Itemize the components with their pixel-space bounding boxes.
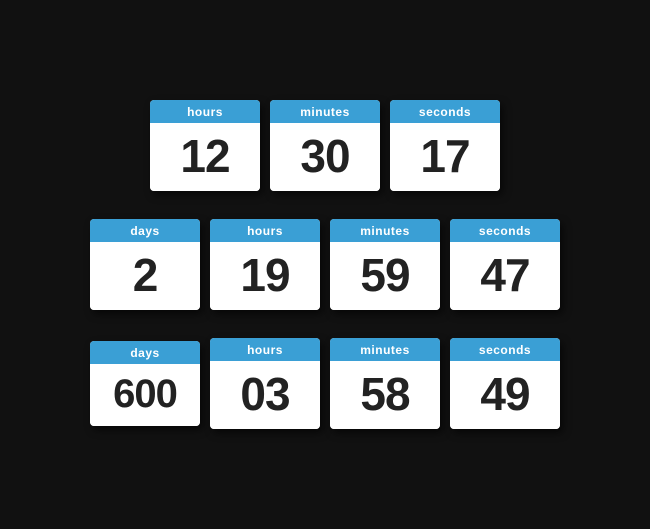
tile-minutes-0: minutes30 [270,100,380,191]
tile-minutes-1: minutes59 [330,219,440,310]
tile-label-seconds-1: seconds [450,219,560,242]
tile-seconds-0: seconds17 [390,100,500,191]
tile-label-minutes-2: minutes [330,338,440,361]
countdown-row-2: days600hours03minutes58seconds49 [90,338,560,429]
tile-value-minutes-1: 59 [330,242,440,310]
tile-value-hours-0: 12 [150,123,260,191]
tile-label-seconds-0: seconds [390,100,500,123]
tile-value-seconds-1: 47 [450,242,560,310]
tile-seconds-1: seconds47 [450,219,560,310]
tile-value-hours-1: 19 [210,242,320,310]
tile-value-seconds-0: 17 [390,123,500,191]
tile-minutes-2: minutes58 [330,338,440,429]
tile-value-days-2: 600 [90,364,200,426]
tile-hours-2: hours03 [210,338,320,429]
tile-hours-0: hours12 [150,100,260,191]
countdown-row-1: days2hours19minutes59seconds47 [90,219,560,310]
tile-label-days-1: days [90,219,200,242]
tile-label-days-2: days [90,341,200,364]
tile-days-1: days2 [90,219,200,310]
tile-hours-1: hours19 [210,219,320,310]
countdown-container: hours12minutes30seconds17days2hours19min… [90,100,560,429]
tile-label-seconds-2: seconds [450,338,560,361]
tile-seconds-2: seconds49 [450,338,560,429]
tile-value-hours-2: 03 [210,361,320,429]
tile-value-minutes-2: 58 [330,361,440,429]
tile-label-minutes-0: minutes [270,100,380,123]
tile-value-days-1: 2 [90,242,200,310]
tile-label-minutes-1: minutes [330,219,440,242]
tile-label-hours-2: hours [210,338,320,361]
tile-value-minutes-0: 30 [270,123,380,191]
tile-value-seconds-2: 49 [450,361,560,429]
countdown-row-0: hours12minutes30seconds17 [150,100,500,191]
tile-label-hours-1: hours [210,219,320,242]
tile-days-2: days600 [90,341,200,426]
tile-label-hours-0: hours [150,100,260,123]
